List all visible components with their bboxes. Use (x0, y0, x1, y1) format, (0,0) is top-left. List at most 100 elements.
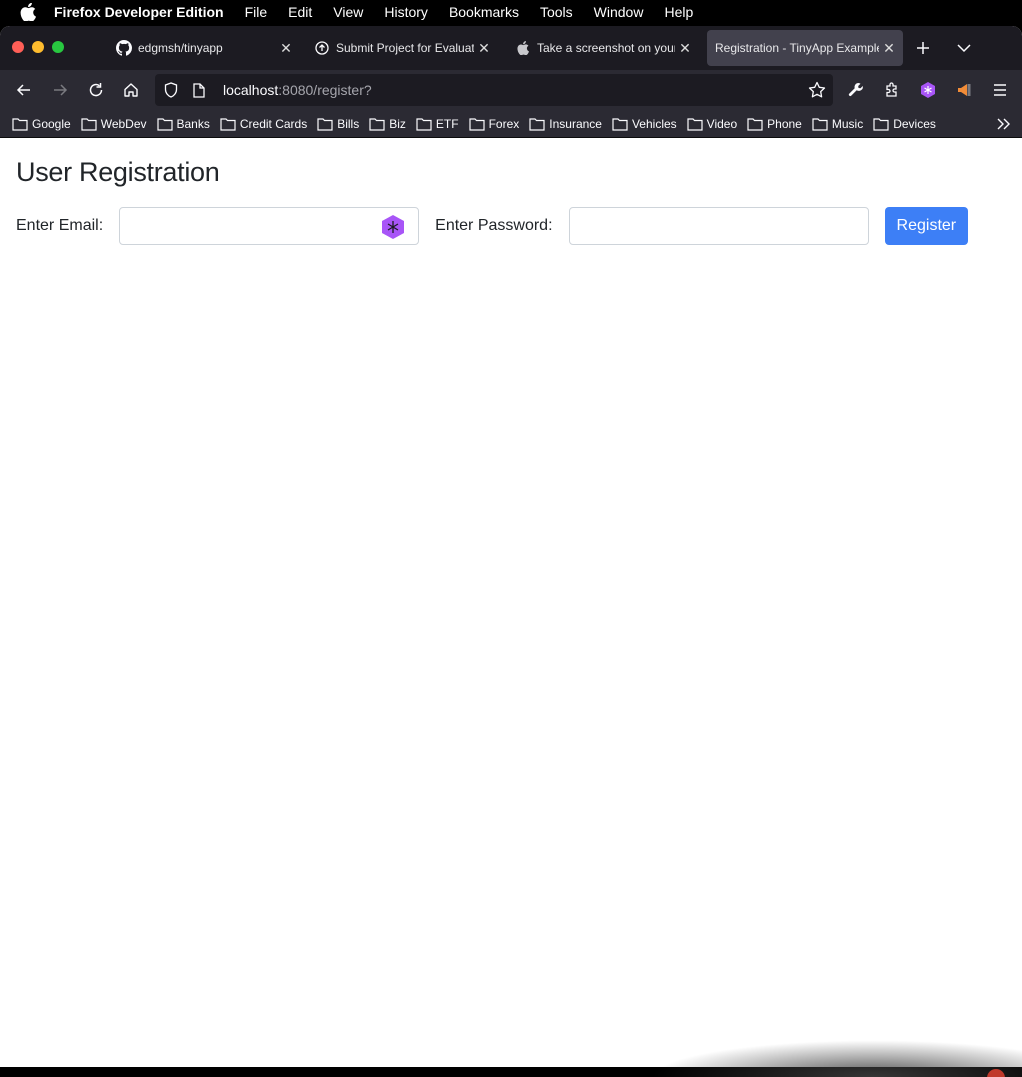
bookmark-folder-google[interactable]: Google (12, 117, 71, 131)
bookmark-folder-insurance[interactable]: Insurance (529, 117, 602, 131)
folder-icon (812, 117, 828, 131)
menu-help[interactable]: Help (664, 4, 693, 20)
bookmark-folder-credit-cards[interactable]: Credit Cards (220, 117, 307, 131)
tab-bar: edgmsh/tinyapp ✕ Submit Project for Eval… (0, 26, 1022, 70)
extensions-button[interactable] (880, 78, 904, 102)
apple-menu-icon[interactable] (18, 2, 38, 22)
zoom-window-button[interactable] (52, 41, 64, 53)
bookmark-folder-etf[interactable]: ETF (416, 117, 459, 131)
bookmark-label: ETF (435, 116, 459, 131)
hamburger-menu-icon (994, 84, 1006, 96)
reload-icon (89, 83, 103, 97)
menu-window[interactable]: Window (594, 4, 644, 20)
bookmark-star-icon[interactable] (807, 80, 827, 100)
tab-title: Take a screenshot on your Mac (537, 41, 675, 55)
bookmark-label: Vehicles (631, 116, 677, 131)
bookmark-folder-biz[interactable]: Biz (369, 117, 406, 131)
url-host: localhost (223, 82, 279, 98)
menu-tools[interactable]: Tools (540, 4, 573, 20)
menu-bookmarks[interactable]: Bookmarks (449, 4, 519, 20)
window-controls (12, 41, 64, 53)
forward-button[interactable] (48, 78, 72, 102)
tab-title: edgmsh/tinyapp (138, 41, 223, 55)
developer-tools-button[interactable] (844, 78, 868, 102)
wrench-icon (848, 83, 863, 97)
bookmark-folder-phone[interactable]: Phone (747, 117, 802, 131)
register-button[interactable]: Register (884, 207, 969, 245)
back-arrow-icon (16, 84, 30, 96)
password-label: Enter Password: (435, 217, 553, 234)
list-all-tabs-button[interactable] (953, 37, 975, 59)
bookmark-label: Devices (893, 116, 936, 131)
puzzle-piece-icon (886, 82, 897, 97)
email-label: Enter Email: (16, 217, 104, 234)
folder-icon (612, 117, 628, 131)
bookmark-label: WebDev (100, 116, 147, 131)
registration-form: Enter Email: Enter Password: Register (16, 207, 1006, 245)
folder-icon (416, 117, 432, 131)
bookmark-label: Google (32, 116, 71, 131)
macos-menu-bar: Firefox Developer Edition File Edit View… (0, 0, 1022, 24)
folder-icon (156, 117, 173, 131)
back-button[interactable] (12, 78, 36, 102)
bookmark-folder-devices[interactable]: Devices (873, 117, 936, 131)
bookmark-label: Music (831, 116, 864, 131)
menu-file[interactable]: File (245, 4, 268, 20)
submit-icon (314, 40, 330, 56)
folder-icon (873, 117, 889, 131)
browser-window: edgmsh/tinyapp ✕ Submit Project for Eval… (0, 26, 1022, 1067)
close-icon[interactable]: ✕ (474, 38, 494, 58)
github-icon (116, 40, 132, 56)
bookmark-folder-music[interactable]: Music (812, 117, 863, 131)
tracking-protection-shield-icon[interactable] (161, 80, 181, 100)
bookmark-folder-vehicles[interactable]: Vehicles (612, 117, 677, 131)
page-title: User Registration (16, 157, 220, 187)
app-menu-button[interactable] (988, 78, 1012, 102)
bookmark-label: Phone (767, 116, 802, 131)
page-info-icon[interactable] (189, 80, 209, 100)
bookmark-folder-video[interactable]: Video (687, 117, 737, 131)
bookmark-folder-bills[interactable]: Bills (317, 117, 359, 131)
bookmark-label: Biz (389, 116, 406, 131)
bookmarks-overflow-chevron-icon[interactable] (996, 116, 1012, 132)
tab-title: Registration - TinyApp Example (715, 41, 879, 55)
home-button[interactable] (119, 78, 143, 102)
purple-hexagon-extension-icon (921, 82, 935, 98)
url-bar[interactable]: localhost:8080/register? (155, 74, 833, 106)
bookmark-folder-webdev[interactable]: WebDev (81, 117, 147, 131)
folder-icon (687, 117, 703, 131)
close-window-button[interactable] (12, 41, 24, 53)
email-field-wrapper (119, 207, 420, 245)
password-field-wrapper (568, 207, 869, 245)
close-icon[interactable]: ✕ (879, 38, 899, 58)
tab-title: Submit Project for Evaluation (336, 41, 474, 55)
close-icon[interactable]: ✕ (276, 38, 296, 58)
folder-icon (747, 117, 763, 131)
new-tab-button[interactable] (912, 37, 934, 59)
tab-mac-screenshot[interactable]: Take a screenshot on your Mac ✕ (507, 30, 699, 66)
password-manager-autofill-icon[interactable] (380, 214, 406, 240)
folder-icon (220, 117, 236, 131)
app-name-menu[interactable]: Firefox Developer Edition (54, 4, 224, 20)
dock-shadow (650, 1040, 1022, 1077)
password-extension-button[interactable] (916, 78, 940, 102)
bookmark-label: Forex (488, 116, 520, 131)
megaphone-extension-icon (958, 84, 971, 96)
menu-history[interactable]: History (384, 4, 428, 20)
tab-submit-project[interactable]: Submit Project for Evaluation ✕ (306, 30, 498, 66)
reload-button[interactable] (84, 78, 108, 102)
menu-view[interactable]: View (333, 4, 363, 20)
home-icon (124, 83, 138, 97)
close-icon[interactable]: ✕ (675, 38, 695, 58)
tab-registration[interactable]: Registration - TinyApp Example ✕ (707, 30, 903, 66)
menu-edit[interactable]: Edit (288, 4, 312, 20)
password-field[interactable] (569, 208, 868, 244)
email-field[interactable] (120, 208, 419, 244)
minimize-window-button[interactable] (32, 41, 44, 53)
folder-icon (12, 117, 28, 131)
tab-github[interactable]: edgmsh/tinyapp ✕ (108, 30, 300, 66)
bookmark-folder-banks[interactable]: Banks (156, 117, 210, 131)
bookmark-folder-forex[interactable]: Forex (468, 116, 520, 131)
url-text[interactable]: localhost:8080/register? (223, 82, 372, 98)
orange-extension-button[interactable] (952, 78, 976, 102)
